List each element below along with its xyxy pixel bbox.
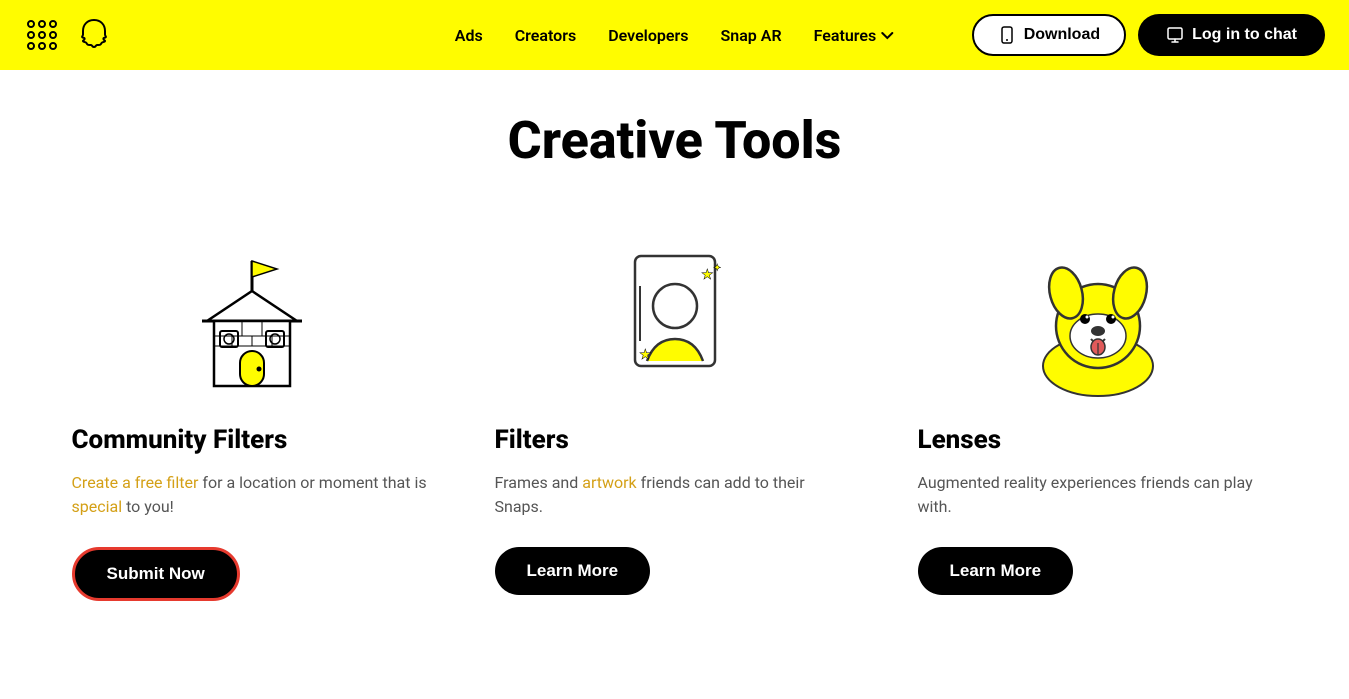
community-filters-title: Community Filters xyxy=(72,425,288,455)
nav-item-features[interactable]: Features xyxy=(814,26,895,45)
page-title: Creative Tools xyxy=(60,110,1289,171)
filters-description: Frames and artwork friends can add to th… xyxy=(495,471,855,519)
card-filters: ★ ✦ ★ Filters Frames and artwork friends… xyxy=(495,231,855,595)
chevron-down-icon xyxy=(880,28,894,42)
filters-illustration: ★ ✦ ★ xyxy=(575,231,775,401)
svg-text:★: ★ xyxy=(639,347,652,363)
lenses-title: Lenses xyxy=(918,425,1002,455)
nav-item-creators[interactable]: Creators xyxy=(515,26,577,45)
cards-container: Community Filters Create a free filter f… xyxy=(60,231,1289,601)
main-content: Creative Tools xyxy=(0,70,1349,661)
navbar-left xyxy=(24,17,112,53)
filters-icon-area: ★ ✦ ★ xyxy=(495,231,855,401)
grid-icon[interactable] xyxy=(24,17,60,53)
svg-text:✦: ✦ xyxy=(713,263,721,274)
filters-learn-more-button[interactable]: Learn More xyxy=(495,547,651,595)
navbar: Ads Creators Developers Snap AR Features… xyxy=(0,0,1349,70)
monitor-icon xyxy=(1166,26,1184,44)
lenses-learn-more-button[interactable]: Learn More xyxy=(918,547,1074,595)
download-button[interactable]: Download xyxy=(972,14,1126,56)
phone-icon xyxy=(998,26,1016,44)
navbar-right: Download Log in to chat xyxy=(972,14,1325,56)
lenses-icon-area xyxy=(918,231,1278,401)
lenses-description: Augmented reality experiences friends ca… xyxy=(918,471,1278,519)
snapchat-ghost-logo[interactable] xyxy=(76,17,112,53)
community-filters-icon-area xyxy=(72,231,432,401)
nav-links: Ads Creators Developers Snap AR Features xyxy=(455,26,894,45)
lenses-illustration xyxy=(988,231,1208,401)
filters-title: Filters xyxy=(495,425,569,455)
community-filters-illustration xyxy=(152,231,352,401)
community-filters-description: Create a free filter for a location or m… xyxy=(72,471,432,519)
nav-item-snap-ar[interactable]: Snap AR xyxy=(720,26,781,45)
svg-text:★: ★ xyxy=(701,267,714,283)
submit-now-button[interactable]: Submit Now xyxy=(72,547,240,601)
nav-item-developers[interactable]: Developers xyxy=(608,26,688,45)
card-lenses: Lenses Augmented reality experiences fri… xyxy=(918,231,1278,595)
nav-item-ads[interactable]: Ads xyxy=(455,26,483,45)
login-button[interactable]: Log in to chat xyxy=(1138,14,1325,56)
card-community-filters: Community Filters Create a free filter f… xyxy=(72,231,432,601)
